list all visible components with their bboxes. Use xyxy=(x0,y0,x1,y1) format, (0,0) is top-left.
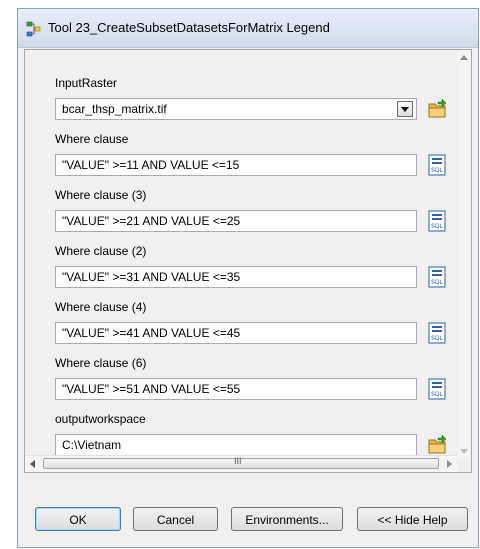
cancel-button[interactable]: Cancel xyxy=(133,507,218,531)
scroll-up-icon[interactable] xyxy=(460,55,468,60)
sql-icon-text: SQL xyxy=(431,391,444,398)
title-bar[interactable]: Tool 23_CreateSubsetDatasetsForMatrix Le… xyxy=(18,9,478,48)
sql-icon[interactable]: SQL xyxy=(427,154,447,176)
inputraster-value: bcar_thsp_matrix.tif xyxy=(62,102,167,116)
dialog-footer: OK Cancel Environments... << Hide Help xyxy=(18,477,478,547)
sql-icon[interactable]: SQL xyxy=(427,210,447,232)
param-label-outputworkspace: outputworkspace xyxy=(55,412,146,426)
param-label-where-clause-3: Where clause (3) xyxy=(55,188,147,202)
model-tool-icon xyxy=(26,21,41,37)
sql-icon[interactable]: SQL xyxy=(427,378,447,400)
open-folder-icon[interactable] xyxy=(427,98,447,120)
sql-icon-text: SQL xyxy=(431,335,444,342)
vertical-scrollbar[interactable] xyxy=(457,50,471,458)
where-clause-3-input[interactable]: "VALUE" >=21 AND VALUE <=25 xyxy=(55,210,417,232)
param-label-where-clause-6: Where clause (6) xyxy=(55,356,147,370)
param-label-inputraster: InputRaster xyxy=(55,76,118,90)
where-clause-input[interactable]: "VALUE" >=11 AND VALUE <=15 xyxy=(55,154,417,176)
param-label-where-clause-2: Where clause (2) xyxy=(55,244,147,258)
tool-dialog-window: Tool 23_CreateSubsetDatasetsForMatrix Le… xyxy=(17,8,479,548)
ok-button[interactable]: OK xyxy=(35,507,121,531)
scroll-left-icon[interactable] xyxy=(30,460,35,468)
where-clause-6-input[interactable]: "VALUE" >=51 AND VALUE <=55 xyxy=(55,378,417,400)
sql-icon-text: SQL xyxy=(431,279,444,286)
sql-icon[interactable]: SQL xyxy=(427,322,447,344)
param-label-where-clause: Where clause xyxy=(55,132,129,146)
sql-icon-text: SQL xyxy=(431,167,444,174)
parameters-panel: InputRaster bcar_thsp_matrix.tif Where c… xyxy=(24,49,472,473)
scrollbar-grip: III xyxy=(234,456,242,466)
horizontal-scrollbar[interactable]: III xyxy=(25,455,457,472)
hide-help-button[interactable]: << Hide Help xyxy=(357,507,468,531)
scroll-right-icon[interactable] xyxy=(447,460,452,468)
sql-icon[interactable]: SQL xyxy=(427,266,447,288)
environments-button[interactable]: Environments... xyxy=(231,507,343,531)
scrollbar-thumb[interactable]: III xyxy=(43,456,439,469)
param-label-where-clause-4: Where clause (4) xyxy=(55,300,147,314)
where-clause-4-input[interactable]: "VALUE" >=41 AND VALUE <=45 xyxy=(55,322,417,344)
sql-icon-text: SQL xyxy=(431,223,444,230)
window-title: Tool 23_CreateSubsetDatasetsForMatrix Le… xyxy=(48,20,330,35)
where-clause-2-input[interactable]: "VALUE" >=31 AND VALUE <=35 xyxy=(55,266,417,288)
outputworkspace-input[interactable]: C:\Vietnam xyxy=(55,434,417,456)
chevron-down-icon[interactable] xyxy=(397,101,413,117)
scroll-down-icon[interactable] xyxy=(460,449,468,454)
open-folder-icon[interactable] xyxy=(427,434,447,456)
inputraster-dropdown[interactable]: bcar_thsp_matrix.tif xyxy=(55,98,417,120)
